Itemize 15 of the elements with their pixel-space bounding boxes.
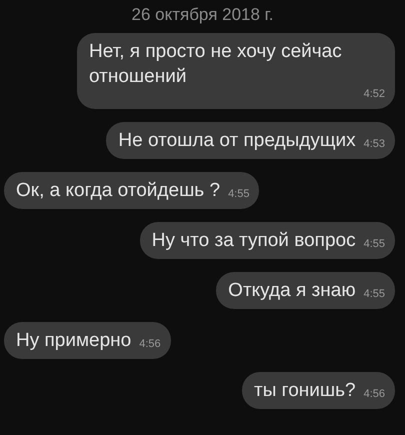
message-time: 4:53	[364, 136, 385, 152]
date-label: 26 октября 2018 г.	[131, 4, 274, 26]
message-text: ты гонишь?	[254, 379, 356, 402]
message-text: Ну примерно	[16, 329, 132, 352]
message-text: Не отошла от предыдущих	[118, 129, 356, 152]
message-time: 4:56	[139, 336, 161, 352]
message-text: Нет, я просто не хочу сейчас отношений	[89, 40, 342, 86]
message-text: Откуда я знаю	[228, 279, 356, 302]
message-text: Ок, а когда отойдешь ?	[16, 179, 220, 202]
message-time: 4:55	[364, 236, 385, 252]
message-text: Ну что за тупой вопрос	[152, 229, 356, 252]
message-time: 4:55	[364, 286, 385, 302]
message-time: 4:55	[228, 186, 250, 202]
message-time: 4:52	[362, 86, 385, 102]
message-time: 4:56	[364, 386, 385, 402]
